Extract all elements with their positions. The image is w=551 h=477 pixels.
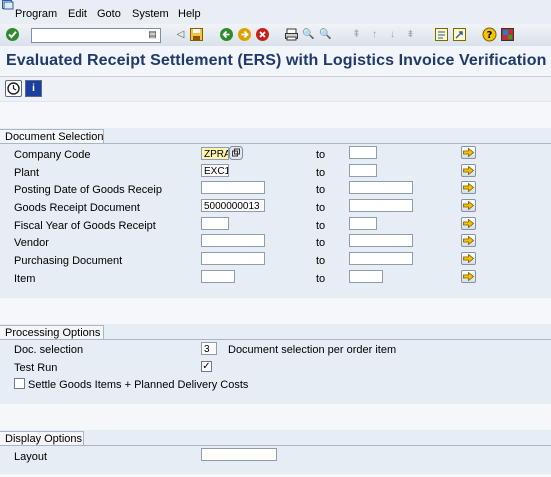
- settle-goods-items-checkbox[interactable]: [14, 378, 25, 389]
- settle-goods-items-label: Settle Goods Items + Planned Delivery Co…: [28, 379, 249, 391]
- spacer-band: [0, 102, 551, 128]
- menu-edit[interactable]: Edit: [68, 8, 87, 20]
- application-toolbar: [0, 77, 551, 101]
- svg-text:?: ?: [487, 30, 493, 41]
- to-label: to: [316, 202, 326, 214]
- purchasing-document-label: Purchasing Document: [14, 255, 123, 267]
- layout-input[interactable]: [201, 448, 277, 461]
- info-icon[interactable]: i: [25, 80, 42, 97]
- fiscal-year-from-input[interactable]: [201, 217, 229, 230]
- doc-selection-description: Document selection per order item: [228, 344, 397, 356]
- layout-label: Layout: [14, 451, 48, 463]
- last-page-icon[interactable]: ⇟: [403, 27, 418, 42]
- section-divider: [0, 339, 551, 340]
- back-green-icon[interactable]: [219, 27, 234, 42]
- spacer-band: [0, 298, 551, 324]
- to-label: to: [316, 149, 326, 161]
- command-history-icon[interactable]: ▤: [148, 29, 157, 40]
- posting-date-from-input[interactable]: [201, 181, 265, 194]
- to-label: to: [316, 184, 326, 196]
- shortcut-icon[interactable]: [452, 27, 467, 42]
- create-session-icon[interactable]: [434, 27, 449, 42]
- multiple-selection-button[interactable]: [461, 252, 476, 265]
- to-label: to: [316, 273, 326, 285]
- help-icon[interactable]: ?: [482, 27, 497, 42]
- company-code-label: Company Code: [14, 149, 91, 161]
- processing-options-title: Processing Options: [0, 325, 104, 340]
- posting-date-label: Posting Date of Goods Receip: [14, 184, 162, 196]
- purchasing-document-from-input[interactable]: [201, 252, 265, 265]
- purchasing-document-to-input[interactable]: [349, 252, 413, 265]
- test-run-checkbox[interactable]: ✓: [201, 361, 212, 372]
- spacer-band: [0, 404, 551, 430]
- find-next-icon[interactable]: 🔍: [318, 27, 333, 42]
- company-code-from-input[interactable]: ZPRA: [201, 147, 229, 160]
- next-page-icon[interactable]: ↓: [385, 27, 400, 42]
- first-page-icon[interactable]: ⇞: [349, 27, 364, 42]
- plant-from-input[interactable]: EXC1: [201, 164, 229, 177]
- multiple-selection-button[interactable]: [461, 181, 476, 194]
- menu-help[interactable]: Help: [178, 8, 201, 20]
- window-menu-icon[interactable]: [2, 0, 14, 10]
- print-icon[interactable]: [284, 27, 299, 42]
- execute-icon[interactable]: [5, 80, 22, 97]
- vendor-label: Vendor: [14, 237, 49, 249]
- menu-program[interactable]: Program: [15, 8, 57, 20]
- item-label: Item: [14, 273, 36, 285]
- goods-receipt-document-from-input[interactable]: 5000000013: [201, 199, 265, 212]
- to-label: to: [316, 220, 326, 232]
- page-title: Evaluated Receipt Settlement (ERS) with …: [6, 52, 547, 69]
- section-divider: [0, 143, 551, 144]
- exit-icon[interactable]: [237, 27, 252, 42]
- command-field[interactable]: [31, 28, 161, 43]
- back-icon[interactable]: ◁: [173, 27, 188, 42]
- goods-receipt-document-label: Goods Receipt Document: [14, 202, 140, 214]
- to-label: to: [316, 255, 326, 267]
- to-label: to: [316, 167, 326, 179]
- display-options-title: Display Options: [0, 431, 84, 446]
- posting-date-to-input[interactable]: [349, 181, 413, 194]
- previous-page-icon[interactable]: ↑: [367, 27, 382, 42]
- vendor-from-input[interactable]: [201, 234, 265, 247]
- company-code-to-input[interactable]: [349, 146, 377, 159]
- search-help-icon[interactable]: [229, 146, 243, 160]
- doc-selection-input[interactable]: 3: [201, 342, 217, 355]
- multiple-selection-button[interactable]: [461, 146, 476, 159]
- multiple-selection-button[interactable]: [461, 217, 476, 230]
- goods-receipt-document-to-input[interactable]: [349, 199, 413, 212]
- cancel-icon[interactable]: [255, 27, 270, 42]
- menu-goto[interactable]: Goto: [97, 8, 121, 20]
- save-icon[interactable]: [189, 27, 204, 42]
- doc-selection-label: Doc. selection: [14, 344, 84, 356]
- fiscal-year-to-input[interactable]: [349, 217, 377, 230]
- multiple-selection-button[interactable]: [461, 234, 476, 247]
- menu-system[interactable]: System: [132, 8, 169, 20]
- find-icon[interactable]: 🔍: [301, 27, 316, 42]
- multiple-selection-button[interactable]: [461, 270, 476, 283]
- section-divider: [0, 445, 551, 446]
- test-run-label: Test Run: [14, 362, 58, 374]
- to-label: to: [316, 237, 326, 249]
- item-from-input[interactable]: [201, 270, 235, 283]
- multiple-selection-button[interactable]: [461, 199, 476, 212]
- layout-menu-icon[interactable]: [500, 27, 515, 42]
- vendor-to-input[interactable]: [349, 234, 413, 247]
- plant-label: Plant: [14, 167, 40, 179]
- document-selection-title: Document Selection: [0, 129, 104, 144]
- checkmark-icon[interactable]: [5, 27, 20, 42]
- plant-to-input[interactable]: [349, 164, 377, 177]
- item-to-input[interactable]: [349, 270, 383, 283]
- fiscal-year-label: Fiscal Year of Goods Receipt: [14, 220, 156, 232]
- multiple-selection-button[interactable]: [461, 164, 476, 177]
